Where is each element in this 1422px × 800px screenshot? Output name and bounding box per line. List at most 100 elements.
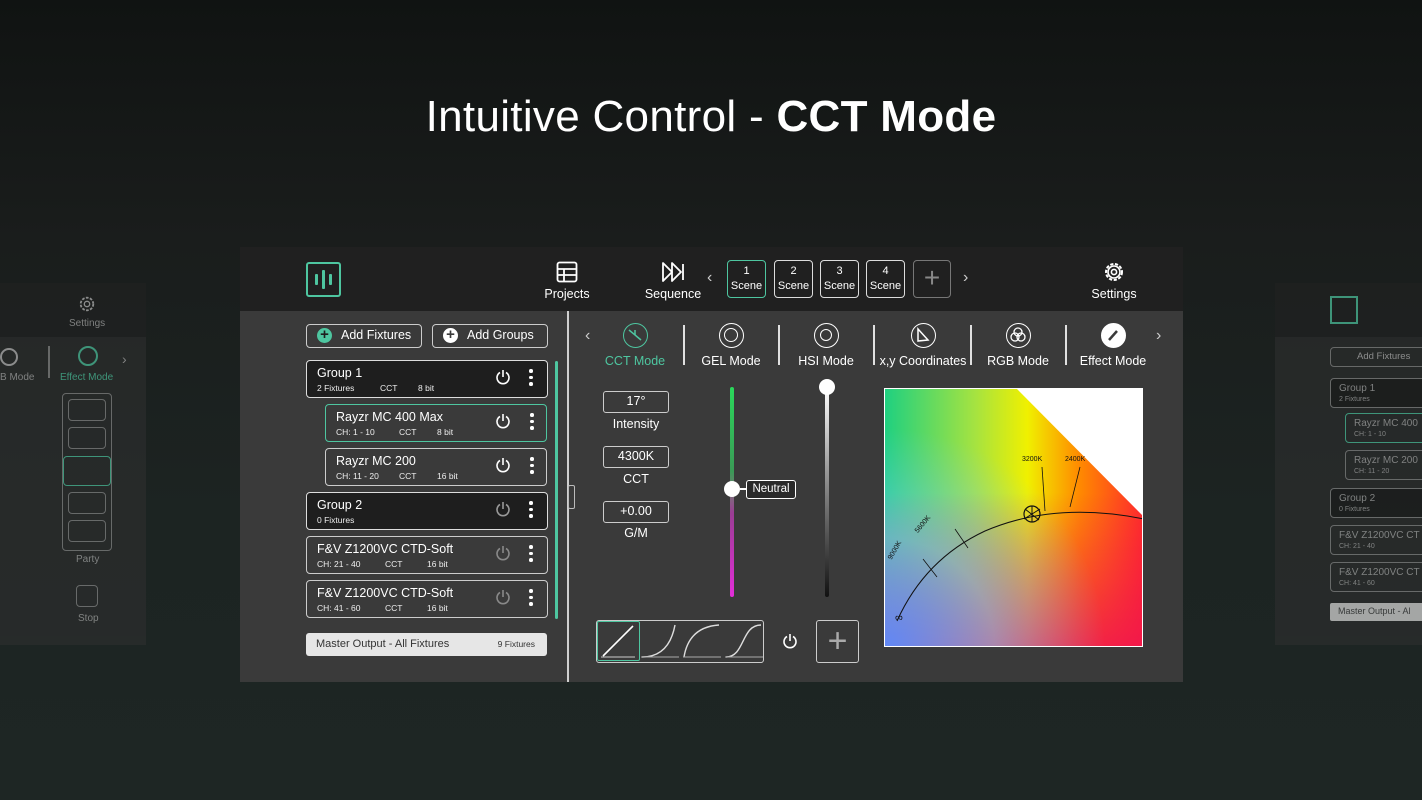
projects-button[interactable]: Projects (543, 261, 591, 301)
ghost-stop-label: Stop (78, 613, 99, 624)
gm-value[interactable]: +0.00 (603, 501, 669, 523)
power-icon[interactable] (495, 545, 511, 561)
power-icon[interactable] (495, 589, 511, 605)
hsi-mode-tab[interactable]: HSI Mode (778, 323, 874, 368)
ghost-effect-item (68, 399, 106, 421)
more-icon[interactable] (529, 589, 533, 609)
curve-linear-button[interactable] (597, 621, 640, 661)
label-2400k: 2400K (1065, 456, 1086, 463)
group-row[interactable]: Group 2 0 Fixtures (306, 492, 548, 530)
list-scrollbar[interactable] (555, 361, 558, 619)
gm-slider-thumb[interactable] (724, 481, 740, 497)
cct-value[interactable]: 4300K (603, 446, 669, 468)
rgb-icon (0, 348, 18, 366)
page-headline: Intuitive Control - CCT Mode (425, 92, 997, 141)
xy-icon (910, 323, 936, 348)
ghost-master-output: Master Output - Al (1330, 603, 1422, 621)
sequence-button[interactable]: Sequence (644, 261, 702, 301)
logo-icon[interactable] (306, 262, 341, 297)
effect-icon (78, 346, 98, 366)
ghost-mode-label: B Mode (0, 372, 35, 383)
ghost-row: Group 12 Fixtures (1330, 378, 1422, 408)
scene-button-3[interactable]: 3 Scene (820, 260, 859, 298)
ghost-panel-left: Settings B Mode Effect Mode › Party Stop (0, 283, 146, 645)
ghost-row: F&V Z1200VC CT CH: 21 - 40 (1330, 525, 1422, 555)
gm-neutral-label: Neutral (746, 480, 796, 499)
scene-button-4[interactable]: 4 Scene (866, 260, 905, 298)
chevron-left-icon[interactable]: ‹ (707, 269, 712, 287)
power-icon[interactable] (495, 413, 511, 429)
settings-label: Settings (1091, 287, 1137, 301)
master-output-button[interactable]: Master Output - All Fixtures 9 Fixtures (306, 633, 547, 656)
add-scene-button[interactable]: + (913, 260, 951, 298)
power-icon[interactable] (495, 501, 511, 517)
linear-curve-icon (601, 625, 635, 658)
scurve-icon[interactable] (723, 621, 765, 661)
ghost-effect-item (68, 427, 106, 449)
ghost-party-label: Party (76, 554, 100, 565)
intensity-value[interactable]: 17° (603, 391, 669, 413)
sequence-label: Sequence (644, 287, 702, 301)
chevron-right-icon[interactable]: › (963, 269, 968, 287)
ghost-row: Rayzr MC 200 CH: 11 - 20 (1345, 450, 1422, 480)
label-infinity: ∞ (895, 612, 903, 624)
ghost-effect-item (68, 520, 106, 542)
rgb-mode-tab[interactable]: RGB Mode (970, 323, 1066, 368)
fixture-row[interactable]: Rayzr MC 400 Max CH: 1 - 10 CCT 8 bit (325, 404, 547, 442)
ghost-row: Rayzr MC 400 CH: 1 - 10 (1345, 413, 1422, 443)
power-icon[interactable] (495, 369, 511, 385)
sqrt-curve-icon[interactable] (681, 621, 723, 661)
fixture-row[interactable]: Rayzr MC 200 CH: 11 - 20 CCT 16 bit (325, 448, 547, 486)
power-icon[interactable] (495, 457, 511, 473)
cct-mode-tab[interactable]: CCT Mode (587, 323, 683, 368)
app-window: Projects Sequence ‹ 1 Scene 2 Scene 3 Scene… (240, 247, 1183, 682)
gel-icon (718, 323, 744, 348)
ghost-sep (48, 346, 50, 378)
chevron-right-icon[interactable]: › (1156, 327, 1161, 345)
scene-button-1[interactable]: 1 Scene (727, 260, 766, 298)
scene-button-2[interactable]: 2 Scene (774, 260, 813, 298)
ghost-row: Group 20 Fixtures (1330, 488, 1422, 518)
ghost-effect-label: Effect Mode (60, 372, 114, 383)
rgb-icon (1005, 323, 1031, 348)
more-icon[interactable] (530, 413, 534, 433)
projects-label: Projects (544, 287, 590, 301)
add-groups-button[interactable]: + Add Groups (432, 324, 548, 348)
ghost-stop-button (76, 585, 98, 607)
gear-icon (1105, 263, 1123, 281)
add-fixtures-button[interactable]: + Add Fixtures (306, 324, 422, 348)
cct-label: CCT (623, 472, 649, 486)
more-icon[interactable] (530, 457, 534, 477)
more-icon[interactable] (529, 369, 533, 389)
color-spectrum[interactable]: 3200K 2400K 5600K 9000K ∞ (884, 388, 1143, 647)
ghost-settings-label: Settings (69, 318, 106, 329)
label-3200k: 3200K (1022, 456, 1043, 463)
xy-coordinates-tab[interactable]: x,y Coordinates (875, 323, 971, 368)
fixture-row[interactable]: F&V Z1200VC CTD-Soft CH: 41 - 60 CCT 16 … (306, 580, 548, 618)
hsi-icon (813, 323, 839, 348)
intensity-slider-thumb[interactable] (819, 379, 835, 395)
ghost-panel-right: Add Fixtures Group 12 Fixtures Rayzr MC … (1275, 283, 1422, 645)
fixture-row[interactable]: F&V Z1200VC CTD-Soft CH: 21 - 40 CCT 16 … (306, 536, 548, 574)
ghost-effect-item-selected (63, 456, 111, 486)
fixture-panel: + Add Fixtures + Add Groups Group 1 2 Fi… (240, 311, 567, 682)
curve-selector (596, 620, 764, 663)
more-icon[interactable] (529, 501, 533, 521)
effect-mode-tab[interactable]: Effect Mode (1065, 323, 1161, 368)
plus-icon: + (317, 327, 332, 343)
settings-button[interactable]: Settings (1089, 261, 1139, 301)
table-icon (556, 261, 578, 283)
logo-icon (1330, 296, 1358, 324)
ghost-effect-item (68, 492, 106, 514)
panel-resize-handle[interactable] (568, 485, 575, 509)
power-icon[interactable] (782, 633, 798, 649)
top-bar: Projects Sequence ‹ 1 Scene 2 Scene 3 Scene… (240, 247, 1183, 311)
add-preset-button[interactable]: + (816, 620, 859, 663)
gel-mode-tab[interactable]: GEL Mode (683, 323, 779, 368)
more-icon[interactable] (529, 545, 533, 565)
intensity-slider-track[interactable] (825, 387, 829, 597)
group-row[interactable]: Group 1 2 Fixtures CCT 8 bit (306, 360, 548, 398)
ghost-row: F&V Z1200VC CT CH: 41 - 60 (1330, 562, 1422, 592)
square-curve-icon[interactable] (639, 621, 681, 661)
ghost-add-fixtures: Add Fixtures (1330, 347, 1422, 367)
